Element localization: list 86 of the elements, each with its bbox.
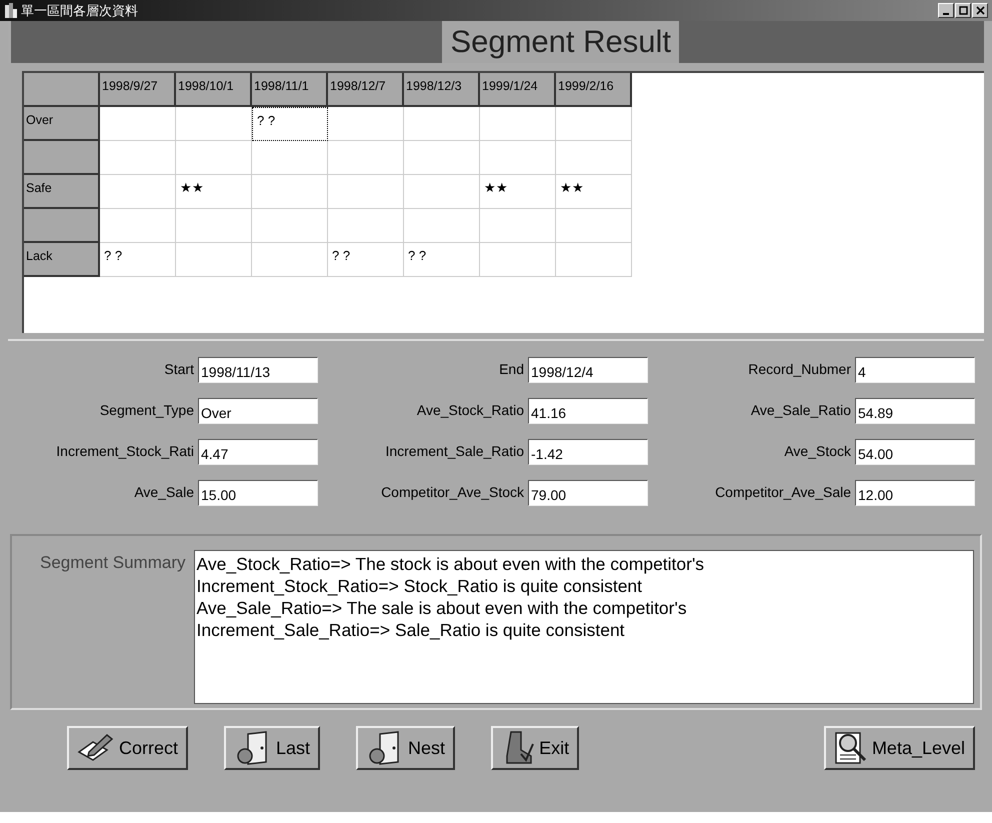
grid-cell[interactable] — [176, 141, 252, 175]
field-label: Ave_Stock — [784, 442, 851, 461]
field-label: Segment_Type — [100, 401, 194, 420]
grid-cell[interactable] — [480, 209, 556, 243]
grid-cell[interactable] — [252, 175, 328, 209]
toolbar-button[interactable]: Nest — [356, 726, 456, 770]
grid-cell[interactable]: ★★ — [480, 175, 556, 209]
magnifier-document-icon — [834, 731, 868, 765]
row-header: Over — [24, 107, 100, 141]
field-label: Competitor_Ave_Stock — [381, 483, 524, 502]
grid-cell[interactable]: ? ? — [404, 243, 480, 277]
grid-cell[interactable] — [100, 209, 176, 243]
column-header: 1998/11/1 — [252, 73, 328, 107]
grid-cell[interactable] — [556, 209, 632, 243]
grid-cell[interactable]: ★★ — [176, 175, 252, 209]
column-header: 1999/1/24 — [480, 73, 556, 107]
field-label: Ave_Sale_Ratio — [750, 401, 851, 420]
input-field[interactable]: -1.42 — [528, 439, 648, 465]
column-header: 1998/12/7 — [328, 73, 404, 107]
input-field[interactable]: 4.47 — [198, 439, 318, 465]
grid-cell[interactable]: ★★ — [556, 175, 632, 209]
field-label: Increment_Stock_Rati — [56, 442, 194, 461]
grid-cell[interactable] — [252, 209, 328, 243]
toolbar-button[interactable]: Last — [224, 726, 320, 770]
grid-cell[interactable] — [404, 107, 480, 141]
summary-text-area[interactable]: Ave_Stock_Ratio=> The stock is about even with the competitor's Increment_Stock_Ratio=> Stock_Ratio is quite consistent Ave_Sale_Ratio=> The sale is about even with the competitor's Increment_Sale_Ratio=> Sale_Ratio is quite consistent — [194, 550, 974, 704]
toolbar-button[interactable]: Exit — [491, 726, 580, 770]
minimize-icon — [943, 12, 949, 14]
grid-cell[interactable] — [328, 141, 404, 175]
row-header: Safe — [24, 175, 100, 209]
input-field[interactable]: Over — [198, 398, 318, 424]
grid-cell[interactable]: ? ? — [252, 107, 328, 141]
input-field[interactable]: 79.00 — [528, 480, 648, 506]
input-field[interactable]: 1998/11/13 — [198, 357, 318, 383]
grid-cell[interactable] — [100, 141, 176, 175]
grid-cell[interactable] — [100, 175, 176, 209]
toolbar-button[interactable]: Meta_Level — [824, 726, 975, 770]
grid-cell[interactable] — [328, 107, 404, 141]
column-header: 1999/2/16 — [556, 73, 632, 107]
grid-cell[interactable]: ? ? — [100, 243, 176, 277]
toolbar-button[interactable]: Correct — [67, 726, 188, 770]
grid-cell[interactable] — [404, 175, 480, 209]
field-label: Ave_Stock_Ratio — [416, 401, 524, 420]
field-label: Ave_Sale — [134, 483, 194, 502]
grid-cell[interactable] — [480, 107, 556, 141]
minimize-button[interactable] — [938, 3, 954, 18]
summary-label: Segment Summary — [40, 552, 186, 574]
field-label: Increment_Sale_Ratio — [385, 442, 524, 461]
close-button[interactable] — [972, 3, 988, 18]
maximize-button[interactable] — [955, 3, 971, 18]
grid-cell[interactable] — [328, 209, 404, 243]
input-field[interactable]: 15.00 — [198, 480, 318, 506]
field-label: Record_Nubmer — [748, 360, 851, 379]
grid-cell[interactable] — [176, 209, 252, 243]
column-header: 1998/9/27 — [100, 73, 176, 107]
field-label: End — [499, 360, 524, 379]
maximize-icon — [958, 6, 968, 15]
app-icon — [4, 3, 18, 18]
column-header: 1998/10/1 — [176, 73, 252, 107]
close-icon — [976, 6, 984, 15]
grid-cell[interactable] — [176, 107, 252, 141]
row-header: Lack — [24, 243, 100, 277]
field-label: Competitor_Ave_Sale — [715, 483, 851, 502]
grid-cell[interactable] — [252, 243, 328, 277]
field-label: Start — [164, 360, 194, 379]
grid-cell[interactable] — [556, 141, 632, 175]
column-header: 1998/12/3 — [404, 73, 480, 107]
grid-cell[interactable] — [404, 141, 480, 175]
page-heading: Segment Result — [442, 21, 679, 63]
input-field[interactable]: 1998/12/4 — [528, 357, 648, 383]
grid-cell[interactable]: ? ? — [328, 243, 404, 277]
grid-cell[interactable] — [100, 107, 176, 141]
grid-cell[interactable] — [556, 107, 632, 141]
grid-cell[interactable] — [328, 175, 404, 209]
window-title: 單一區間各層次資料 — [21, 4, 138, 17]
input-field[interactable]: 54.00 — [855, 439, 975, 465]
grid-cell[interactable] — [480, 141, 556, 175]
input-field[interactable]: 12.00 — [855, 480, 975, 506]
grid-cell[interactable] — [404, 209, 480, 243]
input-field[interactable]: 4 — [855, 357, 975, 383]
input-field[interactable]: 41.16 — [528, 398, 648, 424]
grid-cell[interactable] — [176, 243, 252, 277]
grid-cell[interactable] — [556, 243, 632, 277]
input-field[interactable]: 54.89 — [855, 398, 975, 424]
grid-cell[interactable] — [252, 141, 328, 175]
grid-cell[interactable] — [480, 243, 556, 277]
